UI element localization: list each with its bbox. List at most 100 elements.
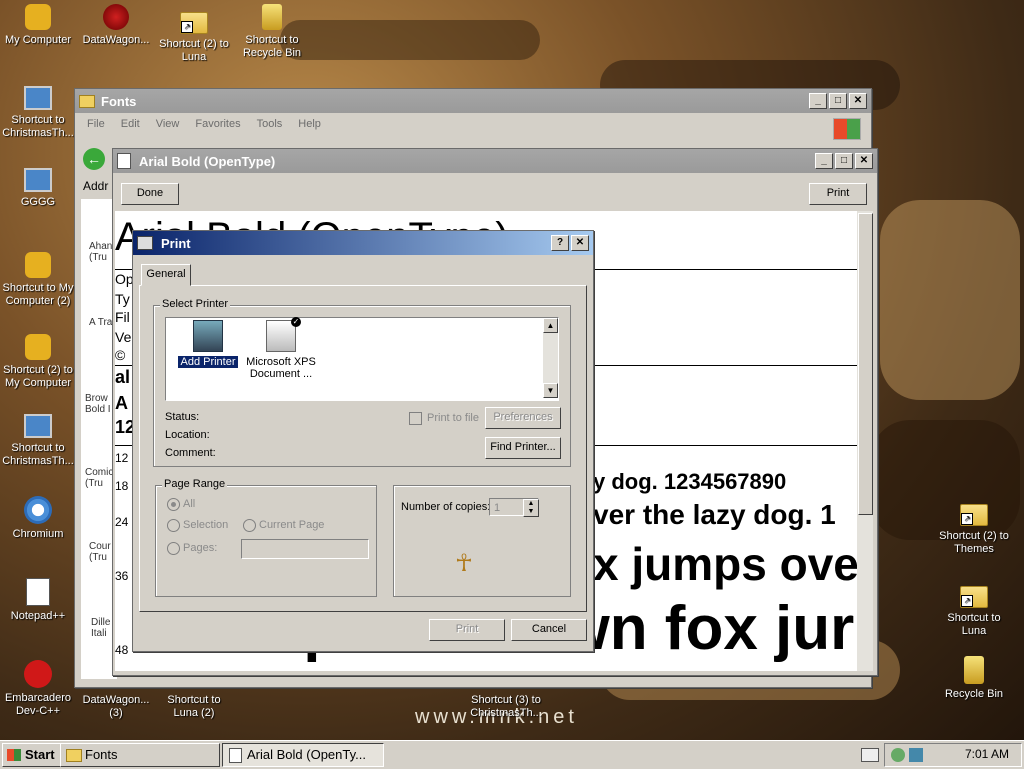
size-label: 36: [115, 569, 129, 583]
back-button[interactable]: ←: [83, 148, 105, 170]
help-button[interactable]: ?: [551, 235, 569, 251]
sample-text: y dog. 1234567890: [593, 469, 787, 494]
menu-edit[interactable]: Edit: [121, 118, 140, 130]
done-button[interactable]: Done: [121, 183, 179, 205]
network-tray-icon[interactable]: [891, 748, 905, 762]
folder-icon: ↗: [960, 504, 988, 526]
close-button[interactable]: ✕: [849, 93, 867, 109]
folder-icon: ↗: [960, 586, 988, 608]
info-line: ©: [115, 347, 126, 363]
system-tray: 7:01 AM: [861, 743, 1022, 767]
collate-ankh-icon: ☥: [455, 550, 473, 577]
desktop-icon-shortcut-christmas-2[interactable]: Shortcut to ChristmasTh...: [0, 414, 76, 468]
info-line: Ty: [115, 291, 130, 307]
monitor-icon: [24, 414, 52, 438]
minimize-button[interactable]: _: [815, 153, 833, 169]
print-titlebar[interactable]: Print ? ✕: [133, 231, 593, 255]
taskbar-task-fonts[interactable]: Fonts: [60, 743, 220, 767]
menu-file[interactable]: File: [87, 118, 105, 130]
desktop-icon-chromium[interactable]: Chromium: [0, 496, 76, 541]
print-to-file-checkbox[interactable]: [409, 412, 422, 425]
printer-item[interactable]: ✓ Microsoft XPS Document ...: [246, 317, 316, 380]
scroll-thumb[interactable]: [858, 213, 873, 515]
viewer-print-button[interactable]: Print: [809, 183, 867, 205]
print-dialog: Print ? ✕ General Select Printer Add Pri…: [132, 230, 594, 652]
desktop-icon-devcpp[interactable]: Embarcadero Dev-C++: [0, 660, 76, 718]
pages-input[interactable]: [241, 539, 369, 559]
fonts-menubar: File Edit View Favorites Tools Help: [75, 113, 871, 140]
size-label: 48: [115, 643, 129, 657]
close-button[interactable]: ✕: [855, 153, 873, 169]
taskbar-task-arial[interactable]: Arial Bold (OpenTy...: [222, 743, 384, 767]
printer-list[interactable]: Add Printer ✓ Microsoft XPS Document ...…: [165, 317, 559, 401]
devcpp-icon: [24, 660, 52, 688]
folder-icon: ↗: [180, 12, 208, 34]
monitor-icon: [24, 168, 52, 192]
desktop-icon-shortcut2-themes[interactable]: ↗ Shortcut (2) to Themes: [936, 496, 1012, 556]
font-item[interactable]: Comic (Tru: [85, 467, 115, 489]
range-current-label: Current Page: [259, 519, 325, 531]
find-printer-button[interactable]: Find Printer...: [485, 437, 561, 459]
desktop-icon-shortcut2-mycomputer[interactable]: Shortcut (2) to My Computer: [0, 334, 76, 390]
clock[interactable]: 7:01 AM: [965, 747, 1009, 761]
fonts-titlebar[interactable]: Fonts _ □ ✕: [75, 89, 871, 113]
security-tray-icon[interactable]: [909, 748, 923, 762]
desktop-icon-shortcut-mycomputer-2[interactable]: Shortcut to My Computer (2): [0, 252, 76, 308]
range-current-radio[interactable]: [243, 519, 256, 532]
menu-favorites[interactable]: Favorites: [195, 118, 240, 130]
font-item[interactable]: Brow Bold I: [85, 393, 115, 415]
location-label: Location:: [165, 429, 210, 441]
scroll-down-button[interactable]: ▼: [543, 383, 558, 398]
bold-line: A: [115, 393, 128, 413]
chromium-icon: [24, 496, 52, 524]
print-dialog-title: Print: [161, 235, 191, 251]
scroll-up-button[interactable]: ▲: [543, 318, 558, 333]
cancel-button[interactable]: Cancel: [511, 619, 587, 641]
preferences-button[interactable]: Preferences: [485, 407, 561, 429]
desktop-icon-shortcut-christmas[interactable]: Shortcut to ChristmasTh...: [0, 86, 76, 140]
range-selection-radio[interactable]: [167, 519, 180, 532]
size-label: 18: [115, 479, 129, 493]
add-printer-icon: [193, 320, 223, 352]
desktop-icon-shortcut-recycle[interactable]: Shortcut to Recycle Bin: [234, 4, 310, 60]
printer-item[interactable]: Add Printer: [176, 320, 240, 368]
menu-tools[interactable]: Tools: [257, 118, 283, 130]
desktop-icon-my-computer[interactable]: My Computer: [0, 4, 76, 47]
info-line: Op: [115, 271, 134, 287]
range-all-radio[interactable]: [167, 498, 180, 511]
recycle-bin-icon: [262, 4, 282, 30]
desktop-icon-shortcut-luna-2[interactable]: Shortcut to Luna (2): [156, 694, 232, 720]
desktop-icon-gggg[interactable]: GGGG: [0, 168, 76, 209]
print-to-file-label: Print to file: [427, 412, 479, 424]
print-button[interactable]: Print: [429, 619, 505, 641]
desktop-icon-shortcut3-christmas[interactable]: Shortcut (3) to ChristmasTh...: [468, 694, 544, 720]
close-button[interactable]: ✕: [571, 235, 589, 251]
desktop-icon-datawagon-3[interactable]: DataWagon... (3): [78, 694, 154, 720]
menu-view[interactable]: View: [156, 118, 180, 130]
puzzle-icon: [25, 4, 51, 30]
sample-text: x jumps ove: [593, 538, 857, 590]
desktop-icon-shortcut-luna-r[interactable]: ↗ Shortcut to Luna: [936, 578, 1012, 638]
font-viewer-titlebar[interactable]: Arial Bold (OpenType) _ □ ✕: [113, 149, 877, 173]
default-check-icon: ✓: [291, 317, 301, 327]
maximize-button[interactable]: □: [829, 93, 847, 109]
recycle-bin-icon: [964, 656, 984, 684]
minimize-button[interactable]: _: [809, 93, 827, 109]
desktop-icon-shortcut-luna[interactable]: ↗ Shortcut (2) to Luna: [156, 4, 232, 64]
desktop-icon-datawagon[interactable]: DataWagon...: [78, 4, 154, 47]
desktop-icon-recycle-bin[interactable]: Recycle Bin: [936, 656, 1012, 701]
copies-stepper[interactable]: ▲ ▼: [523, 499, 539, 517]
windows-logo-icon: [833, 118, 861, 140]
range-pages-radio[interactable]: [167, 542, 180, 555]
maximize-button[interactable]: □: [835, 153, 853, 169]
fractal-icon: [103, 4, 129, 30]
vertical-scrollbar[interactable]: [857, 211, 873, 671]
monitor-icon: [24, 86, 52, 110]
keyboard-tray-icon[interactable]: [861, 748, 879, 762]
puzzle-icon: [25, 334, 51, 360]
desktop-icon-notepadpp[interactable]: Notepad++: [0, 578, 76, 623]
font-file-icon: [117, 153, 131, 169]
menu-help[interactable]: Help: [298, 118, 321, 130]
tab-general[interactable]: General: [141, 264, 191, 286]
printer-list-scrollbar[interactable]: ▲ ▼: [543, 318, 558, 398]
